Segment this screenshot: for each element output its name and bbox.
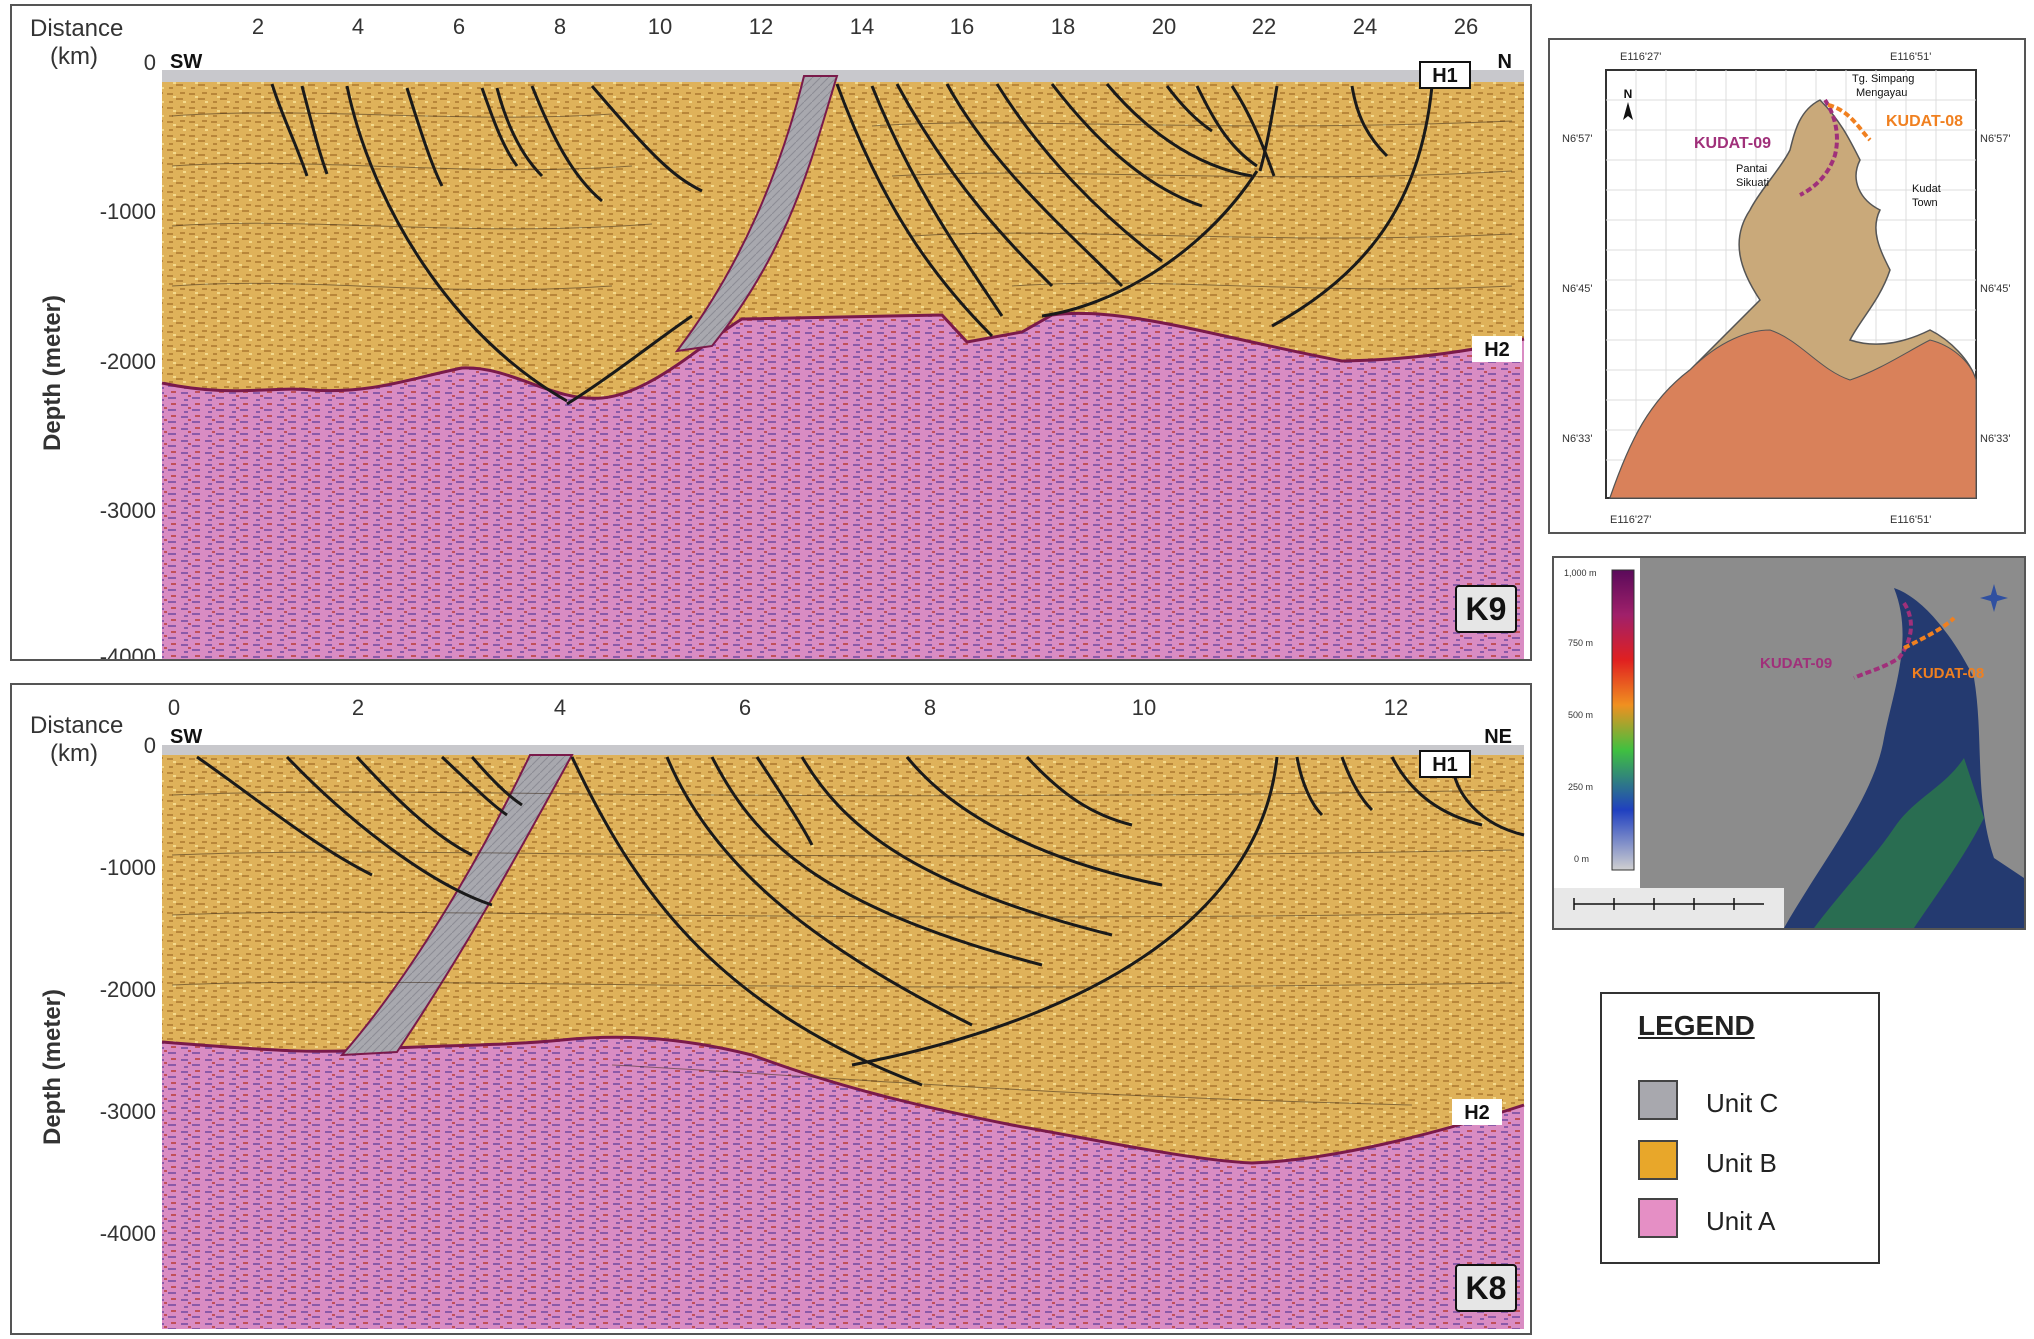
lat-57-right: N6'57'	[1980, 133, 2011, 145]
k9-h1-label: H1	[1432, 65, 1458, 87]
k8-x-tick: 10	[1132, 695, 1156, 720]
dem-color-scale	[1611, 569, 1635, 871]
k9-x-tick: 18	[1051, 14, 1075, 39]
k8-y-tick: -3000	[100, 1099, 156, 1124]
k8-h1-label: H1	[1432, 754, 1458, 776]
k8-y-tick: -4000	[100, 1221, 156, 1246]
k8-y-tick: -2000	[100, 977, 156, 1002]
k8-surface-strip	[162, 745, 1524, 755]
coord-top-right: E116'51'	[1890, 51, 1931, 63]
k9-dir-right: N	[1498, 51, 1512, 73]
k9-x-tick: 8	[554, 14, 566, 39]
dem-kudat09-label: KUDAT-09	[1760, 655, 1832, 672]
k9-y-tick: -4000	[100, 644, 156, 659]
k8-y-ticks: 0 -1000 -2000 -3000 -4000	[100, 733, 156, 1246]
k8-dir-right: NE	[1484, 726, 1512, 748]
k9-dir-left: SW	[170, 51, 202, 73]
dem-scale-250: 250 m	[1568, 782, 1593, 792]
k9-section-panel: Distance (km) Depth (meter) 2 4 6 8 10 1…	[10, 4, 1532, 669]
legend-label: Unit A	[1706, 1206, 1776, 1236]
legend-title: LEGEND	[1638, 1010, 1755, 1041]
dem-map: 1,000 m 750 m 500 m 250 m 0 m KUDAT-09 K…	[1554, 558, 2024, 928]
lat-45-right: N6'45'	[1980, 283, 2011, 295]
location-map-panel: E116'27' E116'51' E116'27' E116'51' N6'5…	[1548, 38, 2026, 534]
k9-x-tick: 12	[749, 14, 773, 39]
k8-distance-unit: (km)	[50, 740, 98, 767]
k8-depth-label: Depth (meter)	[39, 989, 66, 1145]
k9-y-ticks: 0 -1000 -2000 -3000 -4000	[100, 50, 156, 669]
k9-x-tick: 20	[1152, 14, 1176, 39]
dem-scalebar-panel	[1554, 888, 1784, 928]
legend-swatch-unit-a	[1638, 1198, 1678, 1238]
k8-distance-label: Distance	[30, 712, 123, 739]
k9-distance-unit: (km)	[50, 43, 98, 70]
k8-x-tick: 12	[1384, 695, 1408, 720]
k9-x-ticks: 2 4 6 8 10 12 14 16 18 20 22 24 26	[252, 14, 1478, 39]
k9-surface-strip	[162, 70, 1524, 82]
k9-x-tick: 4	[352, 14, 364, 39]
k8-section-panel: Distance (km) Depth (meter) 0 2 4 6 8 10…	[10, 683, 1532, 1335]
place-mengayau: Mengayau	[1856, 87, 1907, 99]
map-kudat09-label: KUDAT-09	[1694, 135, 1771, 152]
k9-y-tick: -1000	[100, 199, 156, 224]
k9-x-tick: 10	[648, 14, 672, 39]
coord-bottom-right: E116'51'	[1890, 514, 1931, 526]
k9-y-tick: 0	[144, 50, 156, 75]
place-simpang: Tg. Simpang	[1852, 73, 1914, 85]
k9-y-tick: -3000	[100, 498, 156, 523]
k8-dir-left: SW	[170, 726, 202, 748]
legend-label: Unit B	[1706, 1148, 1777, 1178]
k8-x-ticks: 0 2 4 6 8 10 12	[168, 695, 1408, 720]
legend-panel: LEGEND Unit C Unit B Unit A	[1600, 992, 1880, 1264]
k9-name-label: K9	[1466, 591, 1507, 627]
k9-depth-label: Depth (meter)	[39, 295, 66, 451]
k9-y-tick: -2000	[100, 349, 156, 374]
place-town: Town	[1912, 197, 1938, 209]
k9-x-tick: 6	[453, 14, 465, 39]
k9-distance-label: Distance	[30, 15, 123, 42]
dem-scale-0: 0 m	[1574, 854, 1589, 864]
k8-name-label: K8	[1466, 1270, 1507, 1306]
k8-x-tick: 4	[554, 695, 566, 720]
place-sikuati: Sikuati	[1736, 177, 1769, 189]
coord-top-left: E116'27'	[1620, 51, 1661, 63]
dem-scale-top: 1,000 m	[1564, 568, 1597, 578]
dem-scale-750: 750 m	[1568, 638, 1593, 648]
legend-label: Unit C	[1706, 1088, 1779, 1118]
map-kudat08-label: KUDAT-08	[1886, 113, 1963, 130]
legend-swatch-unit-b	[1638, 1140, 1678, 1180]
k8-y-tick: 0	[144, 733, 156, 758]
k8-x-tick: 0	[168, 695, 180, 720]
dem-kudat08-label: KUDAT-08	[1912, 665, 1984, 682]
k8-x-tick: 6	[739, 695, 751, 720]
k9-h2-label: H2	[1484, 339, 1510, 361]
k9-x-tick: 2	[252, 14, 264, 39]
dem-map-panel: 1,000 m 750 m 500 m 250 m 0 m KUDAT-09 K…	[1552, 556, 2026, 930]
north-label: N	[1624, 87, 1633, 101]
k9-section: Distance (km) Depth (meter) 2 4 6 8 10 1…	[30, 14, 1525, 669]
lat-33-right: N6'33'	[1980, 433, 2011, 445]
lat-45-left: N6'45'	[1562, 283, 1593, 295]
location-map: E116'27' E116'51' E116'27' E116'51' N6'5…	[1562, 51, 2011, 526]
lat-33-left: N6'33'	[1562, 433, 1593, 445]
k8-x-tick: 2	[352, 695, 364, 720]
k8-h2-label: H2	[1464, 1102, 1490, 1124]
legend-swatch-unit-c	[1638, 1080, 1678, 1120]
dem-scale-500: 500 m	[1568, 710, 1593, 720]
place-pantai: Pantai	[1736, 163, 1767, 175]
lat-57-left: N6'57'	[1562, 133, 1593, 145]
coord-bottom-left: E116'27'	[1610, 514, 1651, 526]
k9-x-tick: 14	[850, 14, 874, 39]
k8-x-tick: 8	[924, 695, 936, 720]
k8-section: Distance (km) Depth (meter) 0 2 4 6 8 10…	[30, 695, 1525, 1329]
place-kudat: Kudat	[1912, 183, 1941, 195]
k9-x-tick: 26	[1454, 14, 1478, 39]
k8-y-tick: -1000	[100, 855, 156, 880]
k9-x-tick: 22	[1252, 14, 1276, 39]
k9-x-tick: 24	[1353, 14, 1377, 39]
k9-x-tick: 16	[950, 14, 974, 39]
